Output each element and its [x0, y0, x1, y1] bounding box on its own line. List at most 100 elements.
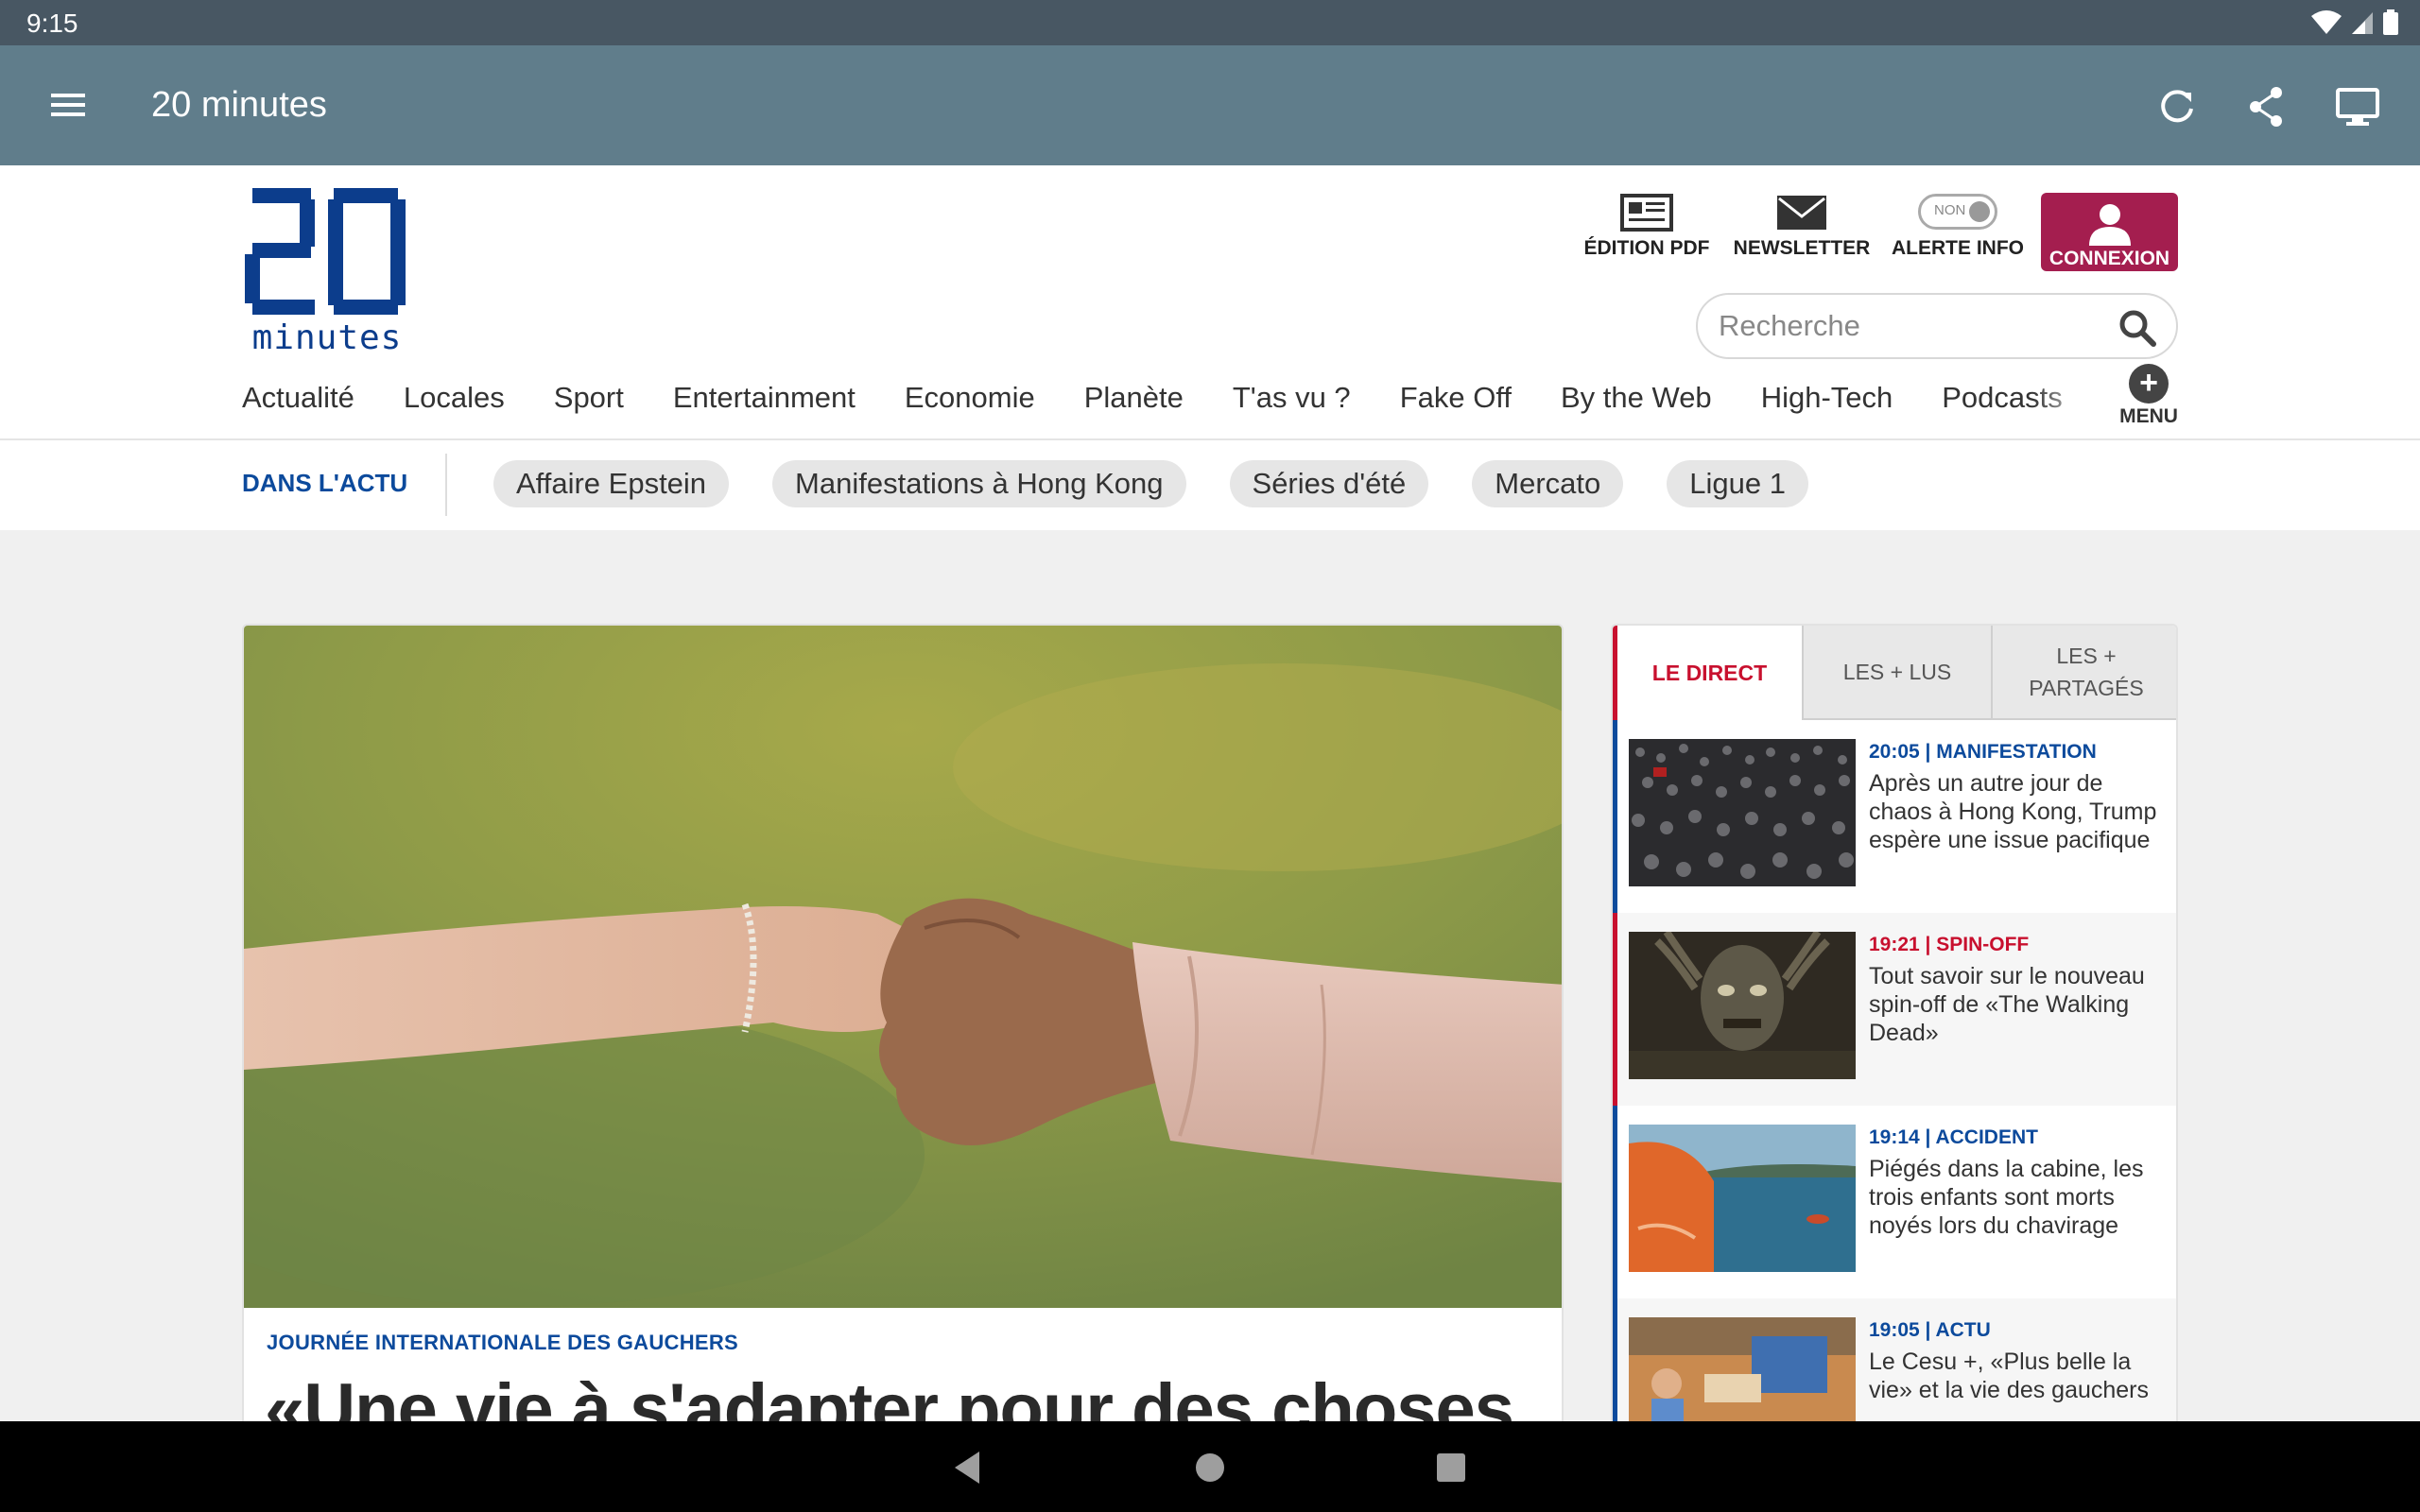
connexion-button[interactable]: CONNEXION	[2041, 193, 2178, 271]
hamburger-icon	[51, 94, 85, 116]
refresh-icon	[2161, 90, 2193, 123]
status-bar: 9:15	[0, 0, 2420, 45]
feed-time-category: 19:21 | SPIN-OFF	[1869, 934, 2030, 955]
sidebar-tabs: LE DIRECT LES + LUS LES + PARTAGÉS	[1613, 626, 2176, 720]
chip-manifestations-hong-kong[interactable]: Manifestations à Hong Kong	[772, 460, 1186, 507]
topic-chips: Affaire Epstein Manifestations à Hong Kon…	[493, 460, 1852, 507]
edition-pdf-button[interactable]: ÉDITION PDF	[1581, 194, 1713, 260]
menu-button[interactable]: + MENU	[2116, 364, 2182, 432]
edition-pdf-label: ÉDITION PDF	[1583, 237, 1710, 259]
nav-item-planete[interactable]: Planète	[1084, 381, 1184, 415]
share-button[interactable]	[2240, 80, 2293, 133]
feed-thumbnail	[1629, 932, 1856, 1079]
signal-icon	[2352, 12, 2373, 34]
newsletter-label: NEWSLETTER	[1733, 237, 1871, 259]
hamburger-menu-button[interactable]	[38, 80, 98, 129]
svg-text:20: 20	[245, 186, 247, 187]
system-nav-bar	[0, 1421, 2420, 1512]
chip-ligue-1[interactable]: Ligue 1	[1667, 460, 1808, 507]
toggle-switch[interactable]: NON	[1918, 194, 1997, 230]
article-kicker: JOURNÉE INTERNATIONALE DES GAUCHERS	[267, 1331, 739, 1354]
app-bar: 20 minutes	[0, 45, 2420, 165]
chip-series-dete[interactable]: Séries d'été	[1229, 460, 1429, 507]
feed-item[interactable]: 19:05 | ACTU Le Cesu +, «Plus belle la v…	[1613, 1298, 2176, 1421]
nav-item-fake-off[interactable]: Fake Off	[1400, 381, 1512, 415]
chip-mercato[interactable]: Mercato	[1472, 460, 1624, 507]
main-article-card[interactable]: JOURNÉE INTERNATIONALE DES GAUCHERS «Une…	[242, 624, 1564, 1421]
dans-lactu-bar: DANS L'ACTU Affaire Epstein Manifestation…	[0, 440, 2420, 530]
share-icon	[2250, 87, 2282, 127]
feed-time-category: 19:14 | ACCIDENT	[1869, 1126, 2038, 1148]
tab-les-plus-lus[interactable]: LES + LUS	[1802, 626, 1991, 720]
article-hero-image[interactable]	[244, 626, 1562, 1308]
desktop-view-button[interactable]	[2331, 80, 2384, 133]
sea-rescue-photo	[1629, 1125, 1856, 1272]
main-nav: Actualité Locales Sport Entertainment Econom…	[242, 381, 2095, 430]
holding-hands-photo	[244, 626, 1562, 1308]
battery-icon	[2383, 9, 2398, 35]
desktop-icon	[2336, 88, 2379, 126]
logo-digits-20: 20	[245, 186, 406, 315]
feed-title: Après un autre jour de chaos à Hong Kong…	[1869, 770, 2157, 853]
tab-label: LES + LUS	[1842, 659, 1952, 684]
nav-item-sport[interactable]: Sport	[554, 381, 624, 415]
menu-label: MENU	[2119, 405, 2178, 427]
newsletter-button[interactable]: NEWSLETTER	[1732, 194, 1872, 260]
search-box	[1696, 293, 2178, 359]
connexion-label: CONNEXION	[2048, 248, 2170, 269]
toggle-knob	[1969, 201, 1990, 222]
feed-item[interactable]: 20:05 | MANIFESTATION Après un autre jou…	[1613, 720, 2176, 913]
feed-item[interactable]: 19:14 | ACCIDENT Piégés dans la cabine, …	[1613, 1106, 2176, 1298]
home-icon[interactable]	[1186, 1444, 1234, 1491]
tab-les-plus-partages[interactable]: LES + PARTAGÉS	[1991, 626, 2176, 720]
newspaper-icon	[1620, 194, 1673, 232]
article-headline[interactable]: «Une vie à s'adapter pour des choses	[265, 1368, 1514, 1421]
nav-item-high-tech[interactable]: High-Tech	[1761, 381, 1893, 415]
dans-lactu-label: DANS L'ACTU	[242, 469, 408, 497]
recents-icon[interactable]	[1427, 1444, 1475, 1491]
feed-time-category: 19:05 | ACTU	[1869, 1319, 1991, 1341]
divider	[445, 454, 447, 516]
logo-wordmark: minutes	[251, 318, 403, 357]
tab-label: LES + PARTAGÉS	[2029, 643, 2144, 701]
feed-item[interactable]: 19:21 | SPIN-OFF Tout savoir sur le nouv…	[1613, 913, 2176, 1106]
status-icons	[2310, 9, 2399, 36]
chip-affaire-epstein[interactable]: Affaire Epstein	[493, 460, 730, 507]
nav-item-economie[interactable]: Economie	[905, 381, 1035, 415]
feed-time-category: 20:05 | MANIFESTATION	[1869, 741, 2097, 763]
user-icon	[2088, 204, 2131, 246]
refresh-button[interactable]	[2151, 80, 2204, 133]
walking-dead-photo	[1629, 932, 1856, 1079]
feed-thumbnail	[1629, 1317, 1856, 1421]
envelope-icon	[1777, 196, 1826, 230]
feed-title: Piégés dans la cabine, les trois enfants…	[1869, 1156, 2144, 1239]
site-header: 20 minutes ÉDITION PDF NEWSLETTER NON AL…	[0, 165, 2420, 439]
nav-item-tas-vu[interactable]: T'as vu ?	[1233, 381, 1351, 415]
tab-le-direct[interactable]: LE DIRECT	[1613, 626, 1802, 720]
site-logo[interactable]: 20 minutes	[243, 186, 411, 358]
live-feed: 20:05 | MANIFESTATION Après un autre jou…	[1613, 720, 2176, 1421]
feed-thumbnail	[1629, 739, 1856, 886]
webview: 20 minutes ÉDITION PDF NEWSLETTER NON AL…	[0, 165, 2420, 1421]
wifi-icon	[2311, 10, 2342, 34]
crowd-photo	[1629, 739, 1856, 886]
tab-label: LE DIRECT	[1651, 660, 1768, 685]
search-icon[interactable]	[2118, 308, 2157, 348]
nav-item-actualite[interactable]: Actualité	[242, 381, 354, 415]
alerte-info-toggle[interactable]: NON ALERTE INFO	[1892, 194, 2024, 260]
back-icon[interactable]	[945, 1444, 993, 1491]
classroom-photo	[1629, 1317, 1856, 1421]
nav-item-locales[interactable]: Locales	[404, 381, 505, 415]
app-title: 20 minutes	[151, 85, 327, 125]
toggle-state-label: NON	[1934, 202, 1966, 218]
feed-title: Tout savoir sur le nouveau spin-off de «…	[1869, 963, 2145, 1046]
nav-fade	[2032, 378, 2099, 430]
alerte-info-label: ALERTE INFO	[1892, 237, 2024, 259]
live-sidebar: LE DIRECT LES + LUS LES + PARTAGÉS 20:05…	[1611, 624, 2178, 1421]
feed-thumbnail	[1629, 1125, 1856, 1272]
nav-item-by-the-web[interactable]: By the Web	[1561, 381, 1712, 415]
plus-icon: +	[2129, 364, 2169, 404]
search-input[interactable]	[1719, 295, 2106, 357]
feed-title: Le Cesu +, «Plus belle la vie» et la vie…	[1869, 1349, 2150, 1403]
nav-item-entertainment[interactable]: Entertainment	[673, 381, 856, 415]
